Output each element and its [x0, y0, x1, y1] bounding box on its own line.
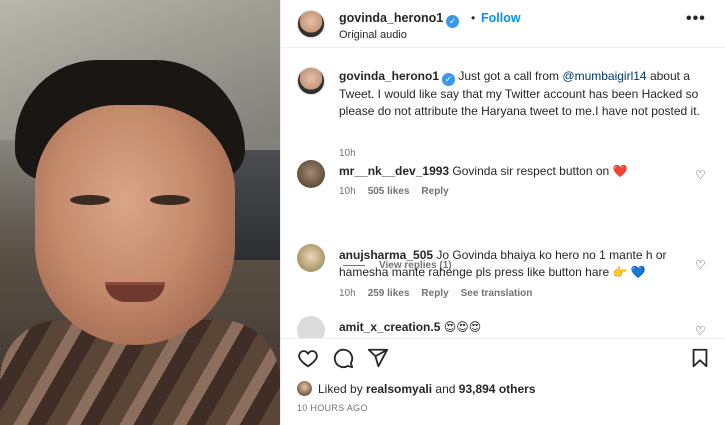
share-icon[interactable] — [367, 347, 389, 369]
media-eye-left — [70, 195, 110, 205]
commenter-username[interactable]: mr__nk__dev_1993 — [339, 164, 449, 178]
commenter-username[interactable]: anujsharma_505 — [339, 248, 433, 262]
post-header: govinda_herono1 ✓ • Follow Original audio… — [281, 0, 725, 48]
comment-text: mr__nk__dev_1993 Govinda sir respect but… — [339, 163, 684, 180]
caption-body-start: Just got a call from — [455, 69, 563, 83]
caption-text: govinda_herono1 ✓ Just got a call from @m… — [339, 68, 709, 120]
follow-button[interactable]: Follow — [481, 11, 521, 25]
caption-avatar[interactable] — [297, 67, 325, 95]
more-options-icon[interactable]: ••• — [686, 10, 706, 28]
post-timestamp[interactable]: 10 HOURS AGO — [297, 403, 368, 413]
commenter-avatar[interactable] — [297, 160, 325, 188]
likes-and: and — [432, 382, 459, 396]
post-panel: govinda_herono1 ✓ • Follow Original audio… — [280, 0, 725, 425]
media-eye-right — [150, 195, 190, 205]
comment-like-icon[interactable]: ♡ — [695, 258, 706, 272]
comment-body: Govinda sir respect button on — [449, 164, 613, 178]
reply-button[interactable]: Reply — [421, 186, 448, 197]
likes-count[interactable]: 93,894 others — [459, 382, 536, 396]
separator-dot: • — [471, 11, 476, 25]
comment-likes[interactable]: 505 likes — [368, 186, 410, 197]
reply-button[interactable]: Reply — [421, 288, 448, 299]
author-username-text[interactable]: govinda_herono1 — [339, 11, 443, 25]
verified-icon: ✓ — [446, 15, 460, 28]
comment-time[interactable]: 10h — [339, 186, 356, 197]
comment-time[interactable]: 10h — [339, 288, 356, 299]
liker-avatar[interactable] — [297, 381, 312, 396]
author-username[interactable]: govinda_herono1 ✓ — [339, 11, 460, 28]
see-translation-button[interactable]: See translation — [461, 288, 533, 299]
comments-section[interactable]: govinda_herono1 ✓ Just got a call from @m… — [281, 48, 725, 338]
caption-mention-link[interactable]: @mumbaigirl14 — [562, 69, 646, 83]
audio-label[interactable]: Original audio — [339, 29, 407, 41]
comment-emoji: ❤️ — [612, 164, 628, 178]
comment-meta: 10h 505 likes Reply — [339, 186, 461, 197]
likes-prefix: Liked by — [318, 382, 367, 396]
heart-icon[interactable] — [297, 347, 319, 369]
commenter-avatar[interactable] — [297, 244, 325, 272]
comment-like-icon[interactable]: ♡ — [695, 168, 706, 182]
likes-summary: Liked by realsomyali and 93,894 others — [297, 381, 536, 396]
comment-text: amit_x_creation.5 😍😍😍 — [339, 319, 684, 336]
comment-meta: 10h 259 likes Reply See translation — [339, 288, 544, 299]
caption-time[interactable]: 10h — [339, 148, 356, 159]
post-media[interactable] — [0, 0, 280, 425]
comment-emoji: 👉 💙 — [612, 265, 646, 279]
comment-text: anujsharma_505 Jo Govinda bhaiya ko hero… — [339, 247, 684, 281]
verified-icon: ✓ — [442, 73, 456, 86]
comment-emoji: 😍😍😍 — [443, 320, 482, 334]
comment-likes[interactable]: 259 likes — [368, 288, 410, 299]
commenter-avatar[interactable] — [297, 316, 325, 338]
bookmark-icon[interactable] — [689, 347, 711, 369]
caption-username[interactable]: govinda_herono1 — [339, 69, 439, 83]
post-actions: Liked by realsomyali and 93,894 others 1… — [281, 338, 725, 425]
liker-username[interactable]: realsomyali — [366, 382, 432, 396]
commenter-username[interactable]: amit_x_creation.5 — [339, 320, 440, 334]
author-avatar[interactable] — [297, 10, 325, 38]
comment-like-icon[interactable]: ♡ — [695, 324, 706, 338]
media-face — [35, 105, 235, 345]
comment-icon[interactable] — [332, 347, 354, 369]
